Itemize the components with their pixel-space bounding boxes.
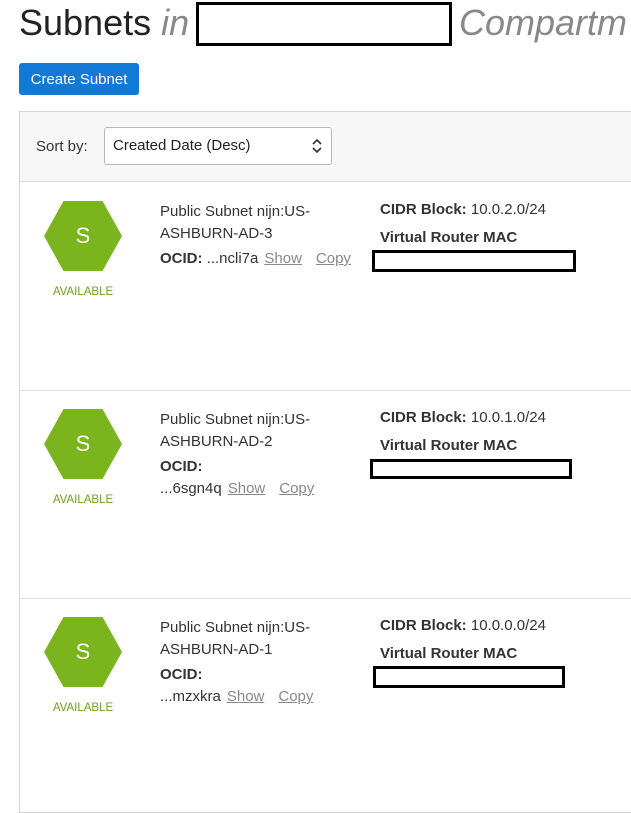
- subnet-row: S AVAILABLE Public Subnet nijn:US-ASHBUR…: [20, 182, 631, 391]
- show-ocid-link[interactable]: Show: [227, 688, 265, 705]
- sort-select[interactable]: Created Date (Desc): [104, 127, 332, 165]
- ocid-label: OCID:: [160, 250, 203, 267]
- sort-label: Sort by:: [36, 138, 88, 155]
- cidr-value: 10.0.1.0/24: [470, 409, 546, 426]
- page-title-text: Subnets: [19, 2, 152, 43]
- cidr-label: CIDR Block:: [380, 201, 467, 218]
- cidr-label: CIDR Block:: [380, 409, 467, 426]
- ocid-value: ...6sgn4q: [160, 480, 222, 497]
- cidr-block: CIDR Block: 10.0.0.0/24: [380, 617, 546, 634]
- subnet-name-link[interactable]: Public Subnet nijn:US-ASHBURN-AD-1: [160, 617, 345, 661]
- show-ocid-link[interactable]: Show: [228, 480, 266, 497]
- subnet-name-link[interactable]: Public Subnet nijn:US-ASHBURN-AD-2: [160, 409, 345, 453]
- subnets-panel: Sort by: Created Date (Desc) S AVAILABLE…: [19, 111, 631, 813]
- subnet-row: S AVAILABLE Public Subnet nijn:US-ASHBUR…: [20, 598, 631, 806]
- ocid-value: ...ncli7a: [206, 250, 259, 267]
- cidr-block: CIDR Block: 10.0.2.0/24: [380, 201, 546, 218]
- create-subnet-button[interactable]: Create Subnet: [19, 63, 139, 95]
- subnet-icon-letter: S: [75, 639, 91, 664]
- subnet-icon-letter: S: [75, 431, 91, 456]
- subnet-name-link[interactable]: Public Subnet nijn:US-ASHBURN-AD-3: [160, 201, 345, 245]
- cidr-value: 10.0.0.0/24: [470, 617, 546, 634]
- page-title: Subnets in Compartm: [19, 2, 627, 44]
- copy-ocid-link[interactable]: Copy: [279, 480, 314, 497]
- sort-select-value: Created Date (Desc): [113, 137, 251, 154]
- ocid-field: OCID: ...ncli7a Show Copy: [160, 248, 375, 270]
- virtual-router-mac-label: Virtual Router MAC: [380, 437, 518, 454]
- title-in-word: in: [161, 2, 190, 43]
- title-compartment-word: Compartm: [459, 2, 628, 43]
- ocid-field: OCID: ...6sgn4q Show Copy: [160, 456, 345, 500]
- redaction-box: [372, 250, 576, 272]
- status-badge: AVAILABLE: [52, 494, 114, 506]
- subnet-row: S AVAILABLE Public Subnet nijn:US-ASHBUR…: [20, 390, 631, 599]
- cidr-label: CIDR Block:: [380, 617, 467, 634]
- virtual-router-mac-label: Virtual Router MAC: [380, 229, 518, 246]
- status-badge: AVAILABLE: [52, 702, 114, 714]
- cidr-value: 10.0.2.0/24: [470, 201, 546, 218]
- show-ocid-link[interactable]: Show: [264, 250, 302, 267]
- redaction-box: [196, 2, 452, 46]
- ocid-value: ...mzxkra: [160, 688, 221, 705]
- status-badge: AVAILABLE: [52, 286, 114, 298]
- copy-ocid-link[interactable]: Copy: [316, 250, 351, 267]
- cidr-block: CIDR Block: 10.0.1.0/24: [380, 409, 546, 426]
- updown-chevron-icon: [312, 138, 322, 154]
- ocid-field: OCID: ...mzxkra Show Copy: [160, 664, 345, 708]
- ocid-label: OCID:: [160, 666, 203, 683]
- copy-ocid-link[interactable]: Copy: [278, 688, 313, 705]
- redaction-box: [373, 666, 565, 688]
- redaction-box: [370, 459, 572, 479]
- virtual-router-mac-label: Virtual Router MAC: [380, 645, 518, 662]
- subnet-icon-letter: S: [75, 223, 91, 248]
- ocid-label: OCID:: [160, 458, 203, 475]
- list-toolbar: Sort by: Created Date (Desc): [20, 112, 631, 182]
